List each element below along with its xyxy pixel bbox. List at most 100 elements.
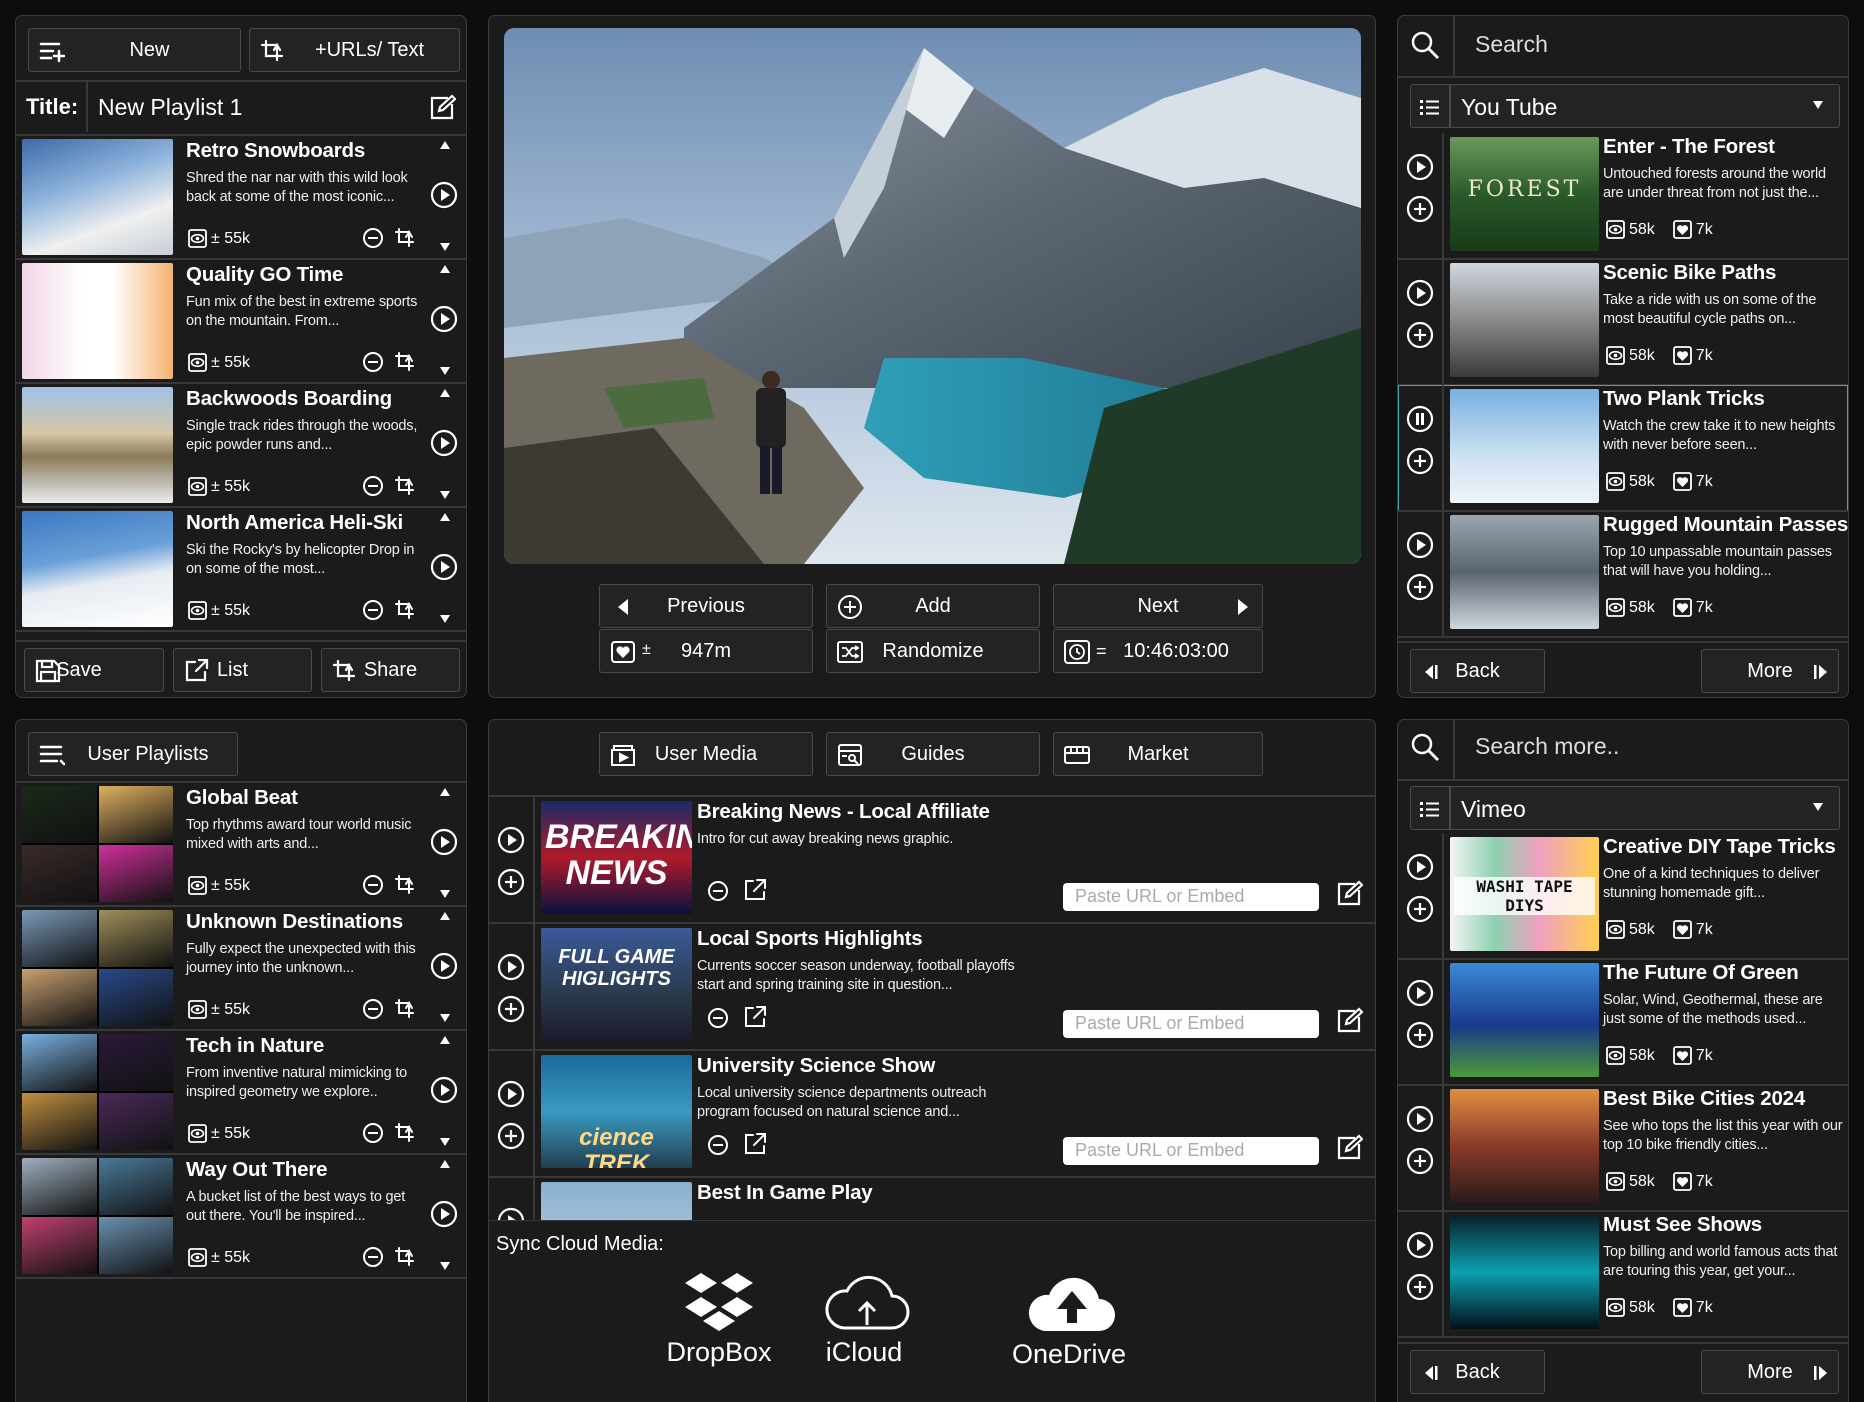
external-link-icon[interactable] xyxy=(743,1005,767,1029)
add-icon[interactable] xyxy=(1406,195,1434,223)
play-icon[interactable] xyxy=(430,181,458,209)
play-icon[interactable] xyxy=(1406,531,1434,559)
add-icon[interactable] xyxy=(497,868,525,896)
move-up-icon[interactable] xyxy=(440,788,450,796)
playlist-item[interactable]: Global Beat Top rhythms award tour world … xyxy=(16,782,466,907)
edit-icon[interactable] xyxy=(1335,1007,1364,1035)
tab-guides[interactable]: Guides xyxy=(826,732,1040,776)
search-result-item[interactable]: FOREST Enter - The Forest Untouched forest… xyxy=(1398,133,1848,260)
more-button[interactable]: More xyxy=(1701,649,1839,693)
move-up-icon[interactable] xyxy=(440,912,450,920)
remove-icon[interactable] xyxy=(362,1246,384,1268)
share-icon[interactable] xyxy=(394,351,416,373)
search-result-item[interactable]: WASHI TAPE DIYS Creative DIY Tape Tricks O… xyxy=(1398,833,1848,960)
search-result-item[interactable]: Best Bike Cities 2024 See who tops the li… xyxy=(1398,1085,1848,1212)
remove-icon[interactable] xyxy=(362,351,384,373)
playlist-item[interactable]: Tech in Nature From inventive natural mim… xyxy=(16,1030,466,1155)
remove-icon[interactable] xyxy=(362,1122,384,1144)
share-icon[interactable] xyxy=(394,227,416,249)
user-playlists-button[interactable]: User Playlists xyxy=(28,732,238,776)
play-icon[interactable] xyxy=(430,1200,458,1228)
media-item[interactable]: BREAKING NEWSBreaking News - Local Affil… xyxy=(489,796,1375,924)
edit-icon[interactable] xyxy=(1335,880,1364,908)
randomize-button[interactable]: Randomize xyxy=(826,629,1040,673)
remove-icon[interactable] xyxy=(707,880,729,902)
move-down-icon[interactable] xyxy=(440,367,450,375)
add-button[interactable]: Add xyxy=(826,584,1040,628)
save-button[interactable]: Save xyxy=(24,648,164,692)
remove-icon[interactable] xyxy=(707,1134,729,1156)
play-icon[interactable] xyxy=(1406,1105,1434,1133)
playlist-item[interactable]: North America Heli-Ski Ski the Rocky's by… xyxy=(16,507,466,632)
search-more-input[interactable]: Search more.. xyxy=(1475,733,1619,760)
add-icon[interactable] xyxy=(497,995,525,1023)
item-thumbnail[interactable] xyxy=(22,511,173,627)
icloud-button[interactable]: iCloud xyxy=(794,1271,934,1381)
add-icon[interactable] xyxy=(1406,1273,1434,1301)
share-icon[interactable] xyxy=(394,599,416,621)
edit-icon[interactable] xyxy=(428,94,456,122)
tab-user-media[interactable]: User Media xyxy=(599,732,813,776)
share-button[interactable]: Share xyxy=(321,648,460,692)
play-icon[interactable] xyxy=(1406,1231,1434,1259)
item-thumbnail[interactable] xyxy=(22,387,173,503)
share-icon[interactable] xyxy=(394,475,416,497)
play-icon[interactable] xyxy=(497,1080,525,1108)
item-thumbnail[interactable] xyxy=(22,263,173,379)
search-icon[interactable] xyxy=(1410,30,1440,60)
more-button[interactable]: More xyxy=(1701,1350,1839,1394)
remove-icon[interactable] xyxy=(362,998,384,1020)
add-icon[interactable] xyxy=(1406,1021,1434,1049)
move-down-icon[interactable] xyxy=(440,1014,450,1022)
dropbox-button[interactable]: DropBox xyxy=(649,1271,789,1381)
search-result-item[interactable]: The Future Of Green Solar, Wind, Geotherm… xyxy=(1398,959,1848,1086)
play-icon[interactable] xyxy=(430,305,458,333)
result-thumbnail[interactable] xyxy=(1450,389,1599,503)
play-icon[interactable] xyxy=(430,828,458,856)
media-item[interactable]: cience TREK University Science Show Local … xyxy=(489,1050,1375,1178)
result-thumbnail[interactable] xyxy=(1450,263,1599,377)
result-thumbnail[interactable]: FOREST xyxy=(1450,137,1599,251)
play-icon[interactable] xyxy=(1406,979,1434,1007)
add-urls-button[interactable]: +URLs/ Text xyxy=(249,28,460,72)
play-icon[interactable] xyxy=(430,553,458,581)
move-down-icon[interactable] xyxy=(440,1138,450,1146)
pause-icon[interactable] xyxy=(1406,405,1434,433)
play-icon[interactable] xyxy=(497,953,525,981)
remove-icon[interactable] xyxy=(362,227,384,249)
share-icon[interactable] xyxy=(394,874,416,896)
move-up-icon[interactable] xyxy=(440,265,450,273)
edit-icon[interactable] xyxy=(1335,1134,1364,1162)
play-icon[interactable] xyxy=(1406,279,1434,307)
playlist-item[interactable]: Way Out There A bucket list of the best w… xyxy=(16,1154,466,1279)
previous-button[interactable]: Previous xyxy=(599,584,813,628)
play-icon[interactable] xyxy=(1406,853,1434,881)
play-icon[interactable] xyxy=(430,952,458,980)
playlist-item[interactable]: Quality GO Time Fun mix of the best in ex… xyxy=(16,259,466,384)
share-icon[interactable] xyxy=(394,1122,416,1144)
remove-icon[interactable] xyxy=(362,599,384,621)
search-result-item[interactable]: Two Plank Tricks Watch the crew take it t… xyxy=(1398,385,1848,512)
media-item[interactable]: FULL GAME HIGLIGHTS Local Sports Highligh… xyxy=(489,923,1375,1051)
play-icon[interactable] xyxy=(497,826,525,854)
new-button[interactable]: New xyxy=(28,28,241,72)
video-preview[interactable] xyxy=(504,28,1361,564)
move-up-icon[interactable] xyxy=(440,1036,450,1044)
list-button[interactable]: List xyxy=(173,648,312,692)
search-result-item[interactable]: Must See Shows Top billing and world famo… xyxy=(1398,1211,1848,1338)
move-down-icon[interactable] xyxy=(440,1262,450,1270)
move-down-icon[interactable] xyxy=(440,243,450,251)
source-select[interactable]: You Tube xyxy=(1410,84,1840,128)
move-down-icon[interactable] xyxy=(440,890,450,898)
item-thumbnail[interactable] xyxy=(22,1158,173,1274)
result-thumbnail[interactable] xyxy=(1450,1089,1599,1203)
next-button[interactable]: Next xyxy=(1053,584,1263,628)
url-input[interactable]: Paste URL or Embed xyxy=(1063,1137,1319,1165)
remove-icon[interactable] xyxy=(362,475,384,497)
play-icon[interactable] xyxy=(430,429,458,457)
result-thumbnail[interactable] xyxy=(1450,1215,1599,1329)
move-up-icon[interactable] xyxy=(440,1160,450,1168)
external-link-icon[interactable] xyxy=(743,1132,767,1156)
share-icon[interactable] xyxy=(394,998,416,1020)
add-icon[interactable] xyxy=(1406,321,1434,349)
